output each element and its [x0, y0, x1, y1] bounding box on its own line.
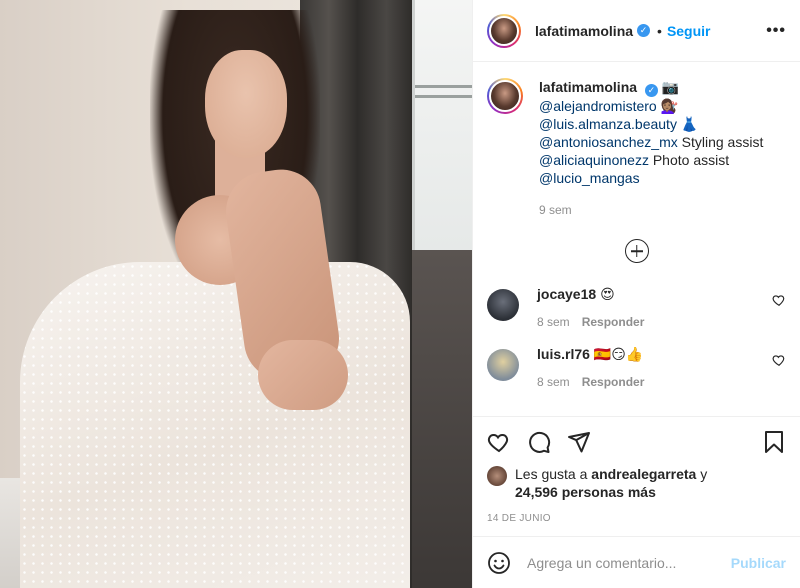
author-avatar[interactable]	[487, 13, 521, 48]
instagram-post-modal: lafatimamolina ✓ • Seguir ••• lafatimamo…	[0, 0, 800, 588]
post-header: lafatimamolina ✓ • Seguir •••	[473, 0, 800, 62]
window-shape	[412, 0, 472, 250]
caption-time[interactable]: 9 sem	[539, 201, 763, 219]
caption-username[interactable]: lafatimamolina	[539, 79, 637, 95]
comment-text: 😍	[600, 286, 615, 302]
post-actions: Les gusta a andrealegarreta y 24,596 per…	[473, 416, 800, 536]
caption-avatar[interactable]	[487, 78, 523, 114]
separator-dot: •	[657, 22, 662, 39]
verified-icon: ✓	[637, 24, 651, 37]
comments-section[interactable]: lafatimamolina ✓ 📷 @alejandromistero 💇🏽‍…	[473, 62, 800, 416]
comment-composer: Publicar	[473, 536, 800, 588]
caption-line: @luis.almanza.beauty 👗	[539, 116, 699, 132]
caption-line: @lucio_mangas	[539, 169, 763, 187]
comment-input[interactable]	[527, 554, 731, 571]
post-side-panel: lafatimamolina ✓ • Seguir ••• lafatimamo…	[472, 0, 800, 588]
commenter-avatar[interactable]	[487, 289, 519, 321]
load-more-comments	[487, 239, 786, 263]
dress-shape	[20, 262, 410, 588]
comment-icon[interactable]	[527, 430, 551, 454]
likes-count[interactable]: 24,596 personas más	[515, 484, 656, 500]
comment-item: luis.rl76 🇪🇸😏👍 8 sem Responder	[487, 345, 786, 389]
camera-emoji: 📷	[661, 79, 680, 95]
mention-link[interactable]: @lucio_mangas	[539, 170, 640, 186]
caption-line: @aliciaquinonezz Photo assist	[539, 152, 730, 168]
reply-button[interactable]: Responder	[582, 375, 645, 389]
caption-line: @antoniosanchez_mx Styling assist	[539, 134, 764, 150]
commenter-username[interactable]: jocaye18	[537, 286, 596, 302]
share-icon[interactable]	[567, 430, 591, 454]
post-caption: lafatimamolina ✓ 📷 @alejandromistero 💇🏽‍…	[487, 78, 786, 219]
plus-circle-icon[interactable]	[624, 239, 649, 263]
reply-button[interactable]: Responder	[582, 315, 645, 329]
follow-button[interactable]: Seguir	[667, 23, 711, 39]
hand-shape	[258, 340, 348, 410]
post-photo[interactable]	[0, 0, 472, 588]
liker-avatar[interactable]	[487, 466, 507, 486]
mention-link[interactable]: @alejandromistero	[539, 98, 657, 114]
publish-button[interactable]: Publicar	[731, 555, 786, 571]
heart-icon[interactable]	[772, 293, 786, 307]
post-date[interactable]: 14 DE JUNIO	[487, 513, 786, 524]
verified-icon: ✓	[644, 84, 658, 97]
mention-link[interactable]: @luis.almanza.beauty	[539, 116, 677, 132]
heart-icon[interactable]	[772, 353, 786, 367]
more-options-icon[interactable]: •••	[766, 22, 786, 40]
commenter-avatar[interactable]	[487, 349, 519, 381]
comment-text: 🇪🇸😏👍	[593, 346, 644, 362]
author-username[interactable]: lafatimamolina	[535, 23, 633, 39]
mention-link[interactable]: @antoniosanchez_mx	[539, 134, 678, 150]
heart-icon[interactable]	[487, 430, 511, 454]
mention-link[interactable]: @aliciaquinonezz	[539, 152, 649, 168]
likes-summary: Les gusta a andrealegarreta y 24,596 per…	[487, 465, 786, 501]
floor-shape	[412, 250, 472, 588]
emoji-icon[interactable]	[487, 551, 511, 575]
comment-time[interactable]: 8 sem	[537, 315, 570, 329]
commenter-username[interactable]: luis.rl76	[537, 346, 590, 362]
caption-line: @alejandromistero 💇🏽‍♀️	[539, 98, 679, 114]
bookmark-icon[interactable]	[762, 430, 786, 454]
comment-time[interactable]: 8 sem	[537, 375, 570, 389]
comment-item: jocaye18 😍 8 sem Responder	[487, 285, 786, 329]
action-icons	[487, 427, 786, 457]
face-shape	[205, 50, 287, 158]
liker-username[interactable]: andrealegarreta	[591, 466, 696, 482]
